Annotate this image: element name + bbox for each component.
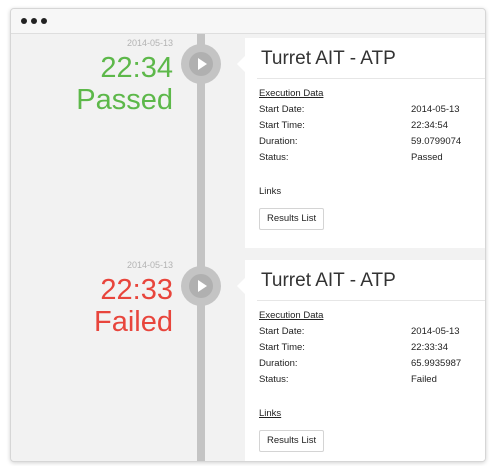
timeline: 2014-05-13 22:34 Passed Turret AIT - ATP… (11, 34, 485, 461)
entry-date: 2014-05-13 (126, 38, 173, 48)
window-control-dot[interactable] (41, 18, 47, 24)
window-control-dot[interactable] (21, 18, 27, 24)
field-label: Start Time: (259, 120, 305, 131)
field-value: Failed (411, 374, 437, 385)
card-divider (257, 300, 485, 301)
field-value: 2014-05-13 (411, 326, 460, 337)
results-list-button[interactable]: Results List (259, 208, 325, 230)
field-value: 65.9935987 (411, 358, 462, 369)
field-label: Duration: (259, 136, 298, 147)
timeline-rail (197, 34, 205, 461)
card-divider (257, 78, 485, 79)
play-button[interactable] (181, 266, 221, 306)
app-window: 2014-05-13 22:34 Passed Turret AIT - ATP… (10, 8, 486, 462)
field-label: Start Date: (259, 326, 305, 337)
links-heading: Links (259, 186, 282, 197)
play-button[interactable] (181, 44, 221, 84)
results-list-button[interactable]: Results List (259, 430, 325, 452)
field-value: 2014-05-13 (411, 104, 460, 115)
entry-time: 22:34 (100, 52, 173, 84)
field-label: Duration: (259, 358, 298, 369)
field-status: Status: Passed (259, 152, 475, 166)
execution-data-heading: Execution Data (259, 310, 324, 321)
card-title: Turret AIT - ATP (261, 48, 396, 69)
card-pointer (237, 56, 245, 72)
field-start-time: Start Time: 22:33:34 (259, 342, 475, 356)
execution-data-heading: Execution Data (259, 88, 324, 99)
entry-status-big: Passed (76, 84, 173, 116)
field-status: Status: Failed (259, 374, 475, 388)
field-value: 22:33:34 (411, 342, 448, 353)
play-icon (198, 58, 207, 70)
field-label: Status: (259, 374, 289, 385)
field-duration: Duration: 59.0799074 (259, 136, 475, 150)
play-icon (198, 280, 207, 292)
window-control-dot[interactable] (31, 18, 37, 24)
window-titlebar (11, 9, 485, 34)
card-pointer (237, 278, 245, 294)
entry-time: 22:33 (100, 274, 173, 306)
links-heading: Links (259, 408, 282, 419)
field-label: Start Date: (259, 104, 305, 115)
field-start-time: Start Time: 22:34:54 (259, 120, 475, 134)
field-value: 59.0799074 (411, 136, 462, 147)
card-title: Turret AIT - ATP (261, 270, 396, 291)
field-value: 22:34:54 (411, 120, 448, 131)
entry-date: 2014-05-13 (126, 260, 173, 270)
execution-card: Turret AIT - ATP Execution Data Start Da… (237, 260, 485, 461)
field-start-date: Start Date: 2014-05-13 (259, 326, 475, 340)
field-label: Status: (259, 152, 289, 163)
execution-card: Turret AIT - ATP Execution Data Start Da… (237, 38, 485, 248)
field-start-date: Start Date: 2014-05-13 (259, 104, 475, 118)
field-duration: Duration: 65.9935987 (259, 358, 475, 372)
field-label: Start Time: (259, 342, 305, 353)
field-value: Passed (411, 152, 443, 163)
entry-status-big: Failed (94, 306, 173, 338)
